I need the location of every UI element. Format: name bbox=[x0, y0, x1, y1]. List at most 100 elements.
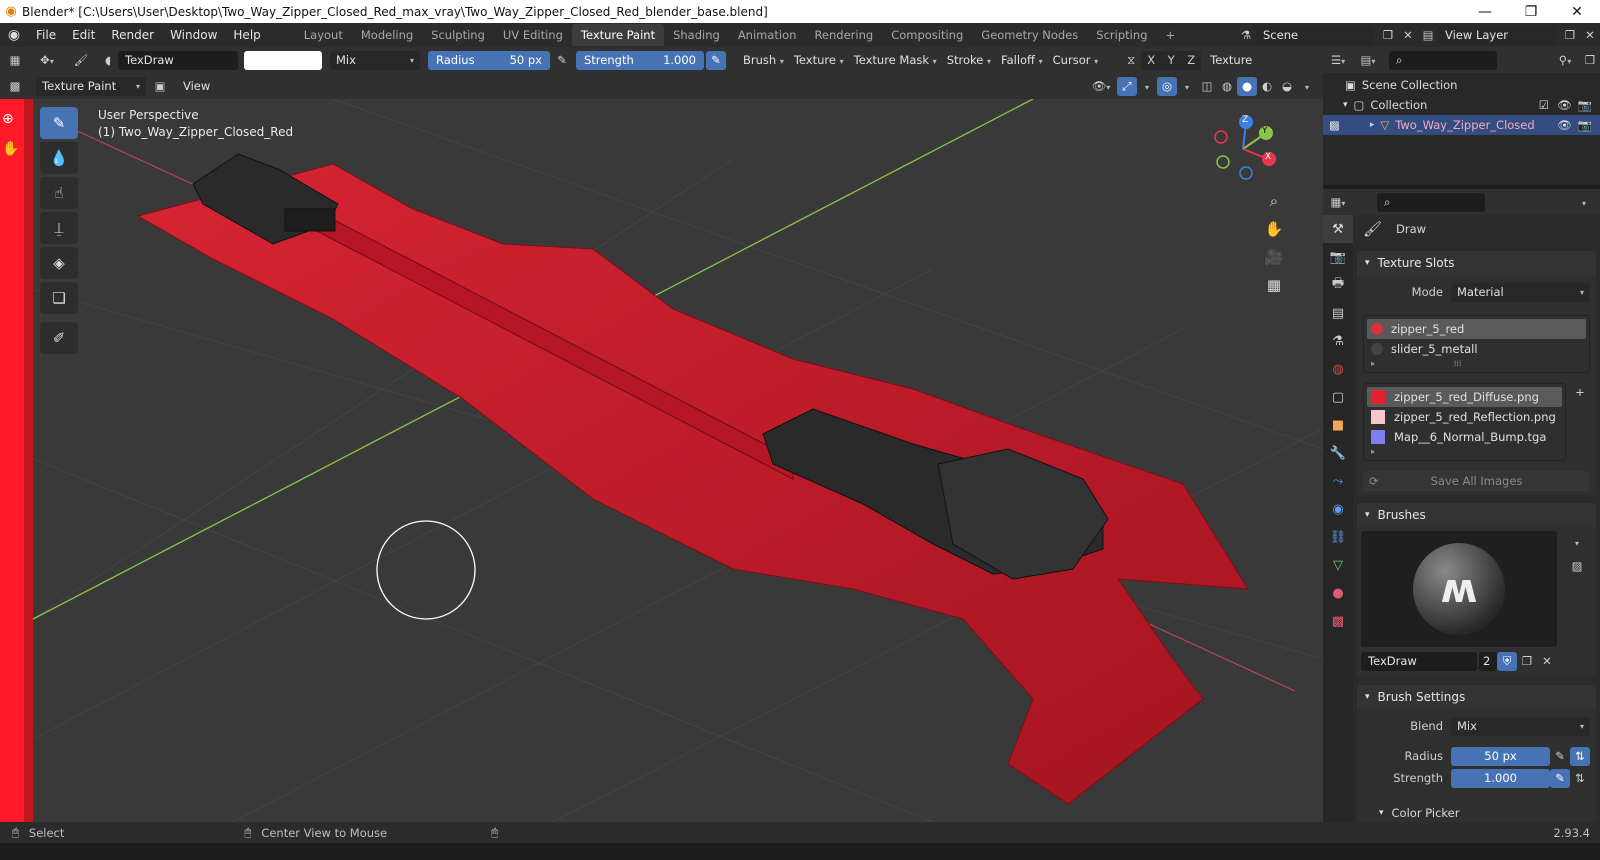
image-slot-2[interactable]: Map__6_Normal_Bump.tga bbox=[1367, 427, 1562, 447]
scene-icon[interactable]: ⚗ bbox=[1236, 26, 1256, 45]
tab-layout[interactable]: Layout bbox=[295, 24, 352, 46]
brush-icon[interactable]: 🖌 bbox=[64, 51, 98, 70]
radius-slider[interactable]: Radius 50 px bbox=[428, 50, 550, 70]
tab-animation[interactable]: Animation bbox=[729, 24, 806, 46]
save-all-images-button[interactable]: ⟳ Save All Images bbox=[1363, 471, 1590, 491]
object-tab-icon[interactable]: ■ bbox=[1323, 411, 1353, 439]
texture-mask-menu[interactable]: Texture Mask ▾ bbox=[849, 51, 942, 70]
shading-material-icon[interactable]: ◐ bbox=[1257, 77, 1277, 96]
scene-tab-icon[interactable]: ⚗ bbox=[1323, 327, 1353, 355]
outliner-collection[interactable]: ▾ ▢ Collection ☑ 👁 📷 bbox=[1323, 95, 1600, 115]
navigation-gizmo[interactable]: Z Y X bbox=[1208, 111, 1278, 181]
properties-search-input[interactable]: ⌕ bbox=[1377, 192, 1485, 212]
shading-menu-icon[interactable]: ▾ bbox=[1297, 77, 1317, 96]
mirror-z-toggle[interactable]: Z bbox=[1181, 50, 1202, 70]
editor-type-icon[interactable]: ▦ bbox=[0, 51, 30, 70]
tool-selector-icon[interactable]: ✥▾ bbox=[30, 51, 64, 70]
image-slot-0[interactable]: zipper_5_red_Diffuse.png bbox=[1367, 387, 1562, 407]
mirror-x-toggle[interactable]: X bbox=[1141, 50, 1162, 70]
view-layer-tab-icon[interactable]: ▤ bbox=[1323, 299, 1353, 327]
mask-tool-icon[interactable]: ❏ bbox=[40, 282, 78, 314]
filter-icon[interactable]: ⚲▾ bbox=[1550, 51, 1580, 70]
tab-shading[interactable]: Shading bbox=[664, 24, 729, 46]
texture-slots-header[interactable]: ▾ Texture Slots bbox=[1357, 251, 1596, 275]
pan-view-icon[interactable]: ✋ bbox=[1259, 215, 1289, 243]
brush-user-count[interactable]: 2 bbox=[1479, 651, 1497, 671]
shading-wireframe-icon[interactable]: ◍ bbox=[1217, 77, 1237, 96]
shading-rendered-icon[interactable]: ◒ bbox=[1277, 77, 1297, 96]
texture-tab-icon[interactable]: ▩ bbox=[1323, 607, 1353, 635]
3d-viewport[interactable]: User Perspective (1) Two_Way_Zipper_Clos… bbox=[33, 99, 1323, 822]
data-tab-icon[interactable]: ▽ bbox=[1323, 551, 1353, 579]
settings-radius-slider[interactable]: 50 px bbox=[1451, 746, 1550, 766]
particles-tab-icon[interactable]: ⤳ bbox=[1323, 467, 1353, 495]
radius-pressure-icon[interactable]: ✎ bbox=[552, 51, 572, 70]
add-workspace-button[interactable]: + bbox=[1156, 24, 1184, 46]
duplicate-brush-icon[interactable]: ❐ bbox=[1517, 652, 1537, 671]
draw-tool-icon[interactable]: ✎ bbox=[40, 107, 78, 139]
collapse-arrow-icon[interactable]: ▾ bbox=[1343, 100, 1348, 110]
fill-tool-icon[interactable]: ◈ bbox=[40, 247, 78, 279]
tab-compositing[interactable]: Compositing bbox=[882, 24, 972, 46]
overlay-toggle-icon[interactable]: ◎ bbox=[1157, 76, 1177, 96]
material-slot-1[interactable]: slider_5_metall bbox=[1367, 339, 1586, 359]
outliner-editor-icon[interactable]: ☰▾ bbox=[1323, 51, 1353, 70]
material-slot-0[interactable]: zipper_5_red bbox=[1367, 319, 1586, 339]
annotate-tool-icon[interactable]: ✐ bbox=[40, 322, 78, 354]
maximize-button[interactable]: ❐ bbox=[1508, 4, 1554, 20]
stroke-menu[interactable]: Stroke ▾ bbox=[942, 51, 996, 70]
properties-options-icon[interactable]: ▾ bbox=[1574, 193, 1594, 212]
menu-window[interactable]: Window bbox=[162, 28, 225, 42]
blend-mode-dropdown[interactable]: Mix ▾ bbox=[330, 50, 420, 70]
image-slot-1[interactable]: zipper_5_red_Reflection.png bbox=[1367, 407, 1562, 427]
brush-color-swatch[interactable] bbox=[244, 50, 322, 70]
world-tab-icon[interactable]: ◍ bbox=[1323, 355, 1353, 383]
shading-solid-icon[interactable]: ● bbox=[1237, 76, 1257, 96]
blender-menu-icon[interactable]: ◉ bbox=[0, 27, 28, 43]
gizmo-menu-icon[interactable]: ▾ bbox=[1137, 77, 1157, 96]
zoom-view-icon[interactable]: ⌕ bbox=[1259, 187, 1289, 215]
cursor-menu[interactable]: Cursor ▾ bbox=[1048, 51, 1103, 70]
mirror-y-toggle[interactable]: Y bbox=[1161, 50, 1182, 70]
brush-preview[interactable]: ʍ bbox=[1361, 531, 1557, 647]
tab-texture-paint[interactable]: Texture Paint bbox=[571, 24, 665, 46]
modifiers-tab-icon[interactable]: 🔧 bbox=[1323, 439, 1353, 467]
settings-strength-pressure-icon[interactable]: ✎ bbox=[1550, 768, 1570, 788]
physics-tab-icon[interactable]: ◉ bbox=[1323, 495, 1353, 523]
settings-strength-unified-icon[interactable]: ⇅ bbox=[1570, 769, 1590, 788]
zoom-icon[interactable]: ⊕ bbox=[2, 111, 14, 127]
tab-geometry-nodes[interactable]: Geometry Nodes bbox=[972, 24, 1087, 46]
mask-toggle-icon[interactable]: ▣ bbox=[150, 77, 170, 96]
smear-tool-icon[interactable]: ☝ bbox=[40, 177, 78, 209]
clone-tool-icon[interactable]: ⍊ bbox=[40, 212, 78, 244]
fake-user-shield-icon[interactable]: ⛨ bbox=[1497, 651, 1517, 671]
brush-image-icon[interactable]: ▨ bbox=[1567, 557, 1587, 576]
menu-help[interactable]: Help bbox=[225, 28, 268, 42]
new-view-layer-icon[interactable]: ❐ bbox=[1560, 26, 1580, 45]
menu-file[interactable]: File bbox=[28, 28, 64, 42]
tab-rendering[interactable]: Rendering bbox=[805, 24, 882, 46]
output-tab-icon[interactable]: 🖶 bbox=[1323, 271, 1353, 299]
brush-fake-user-icon[interactable]: ◖ bbox=[98, 51, 118, 70]
view-layer-selector[interactable]: View Layer bbox=[1438, 25, 1556, 45]
gizmo-toggle-icon[interactable]: ⤢ bbox=[1117, 76, 1137, 96]
collection-camera-icon[interactable]: 📷 bbox=[1578, 98, 1592, 112]
collection-eye-icon[interactable]: 👁 bbox=[1557, 98, 1572, 112]
tab-modeling[interactable]: Modeling bbox=[352, 24, 422, 46]
collection-tab-icon[interactable]: ▢ bbox=[1323, 383, 1353, 411]
brush-name-input[interactable]: TexDraw bbox=[1361, 651, 1477, 671]
new-collection-icon[interactable]: ❐ bbox=[1580, 51, 1600, 70]
settings-radius-pressure-icon[interactable]: ✎ bbox=[1550, 747, 1570, 766]
menu-edit[interactable]: Edit bbox=[64, 28, 103, 42]
brushes-header[interactable]: ▾ Brushes bbox=[1357, 503, 1596, 527]
visibility-icon[interactable]: 👁▾ bbox=[1091, 77, 1111, 96]
mode-dropdown[interactable]: Texture Paint ▾ bbox=[36, 76, 146, 96]
list-resize-handle[interactable]: ▸ ⁞⁞⁞ bbox=[1367, 359, 1586, 369]
collection-checkbox[interactable]: ☑ bbox=[1539, 98, 1549, 112]
tab-scripting[interactable]: Scripting bbox=[1087, 24, 1156, 46]
slot-mode-dropdown[interactable]: Material ▾ bbox=[1451, 282, 1590, 302]
brush-settings-header[interactable]: ▾ Brush Settings bbox=[1357, 685, 1596, 709]
strength-slider[interactable]: Strength 1.000 bbox=[576, 50, 704, 70]
view-menu[interactable]: View bbox=[178, 77, 215, 96]
strength-pressure-icon[interactable]: ✎ bbox=[706, 50, 726, 70]
